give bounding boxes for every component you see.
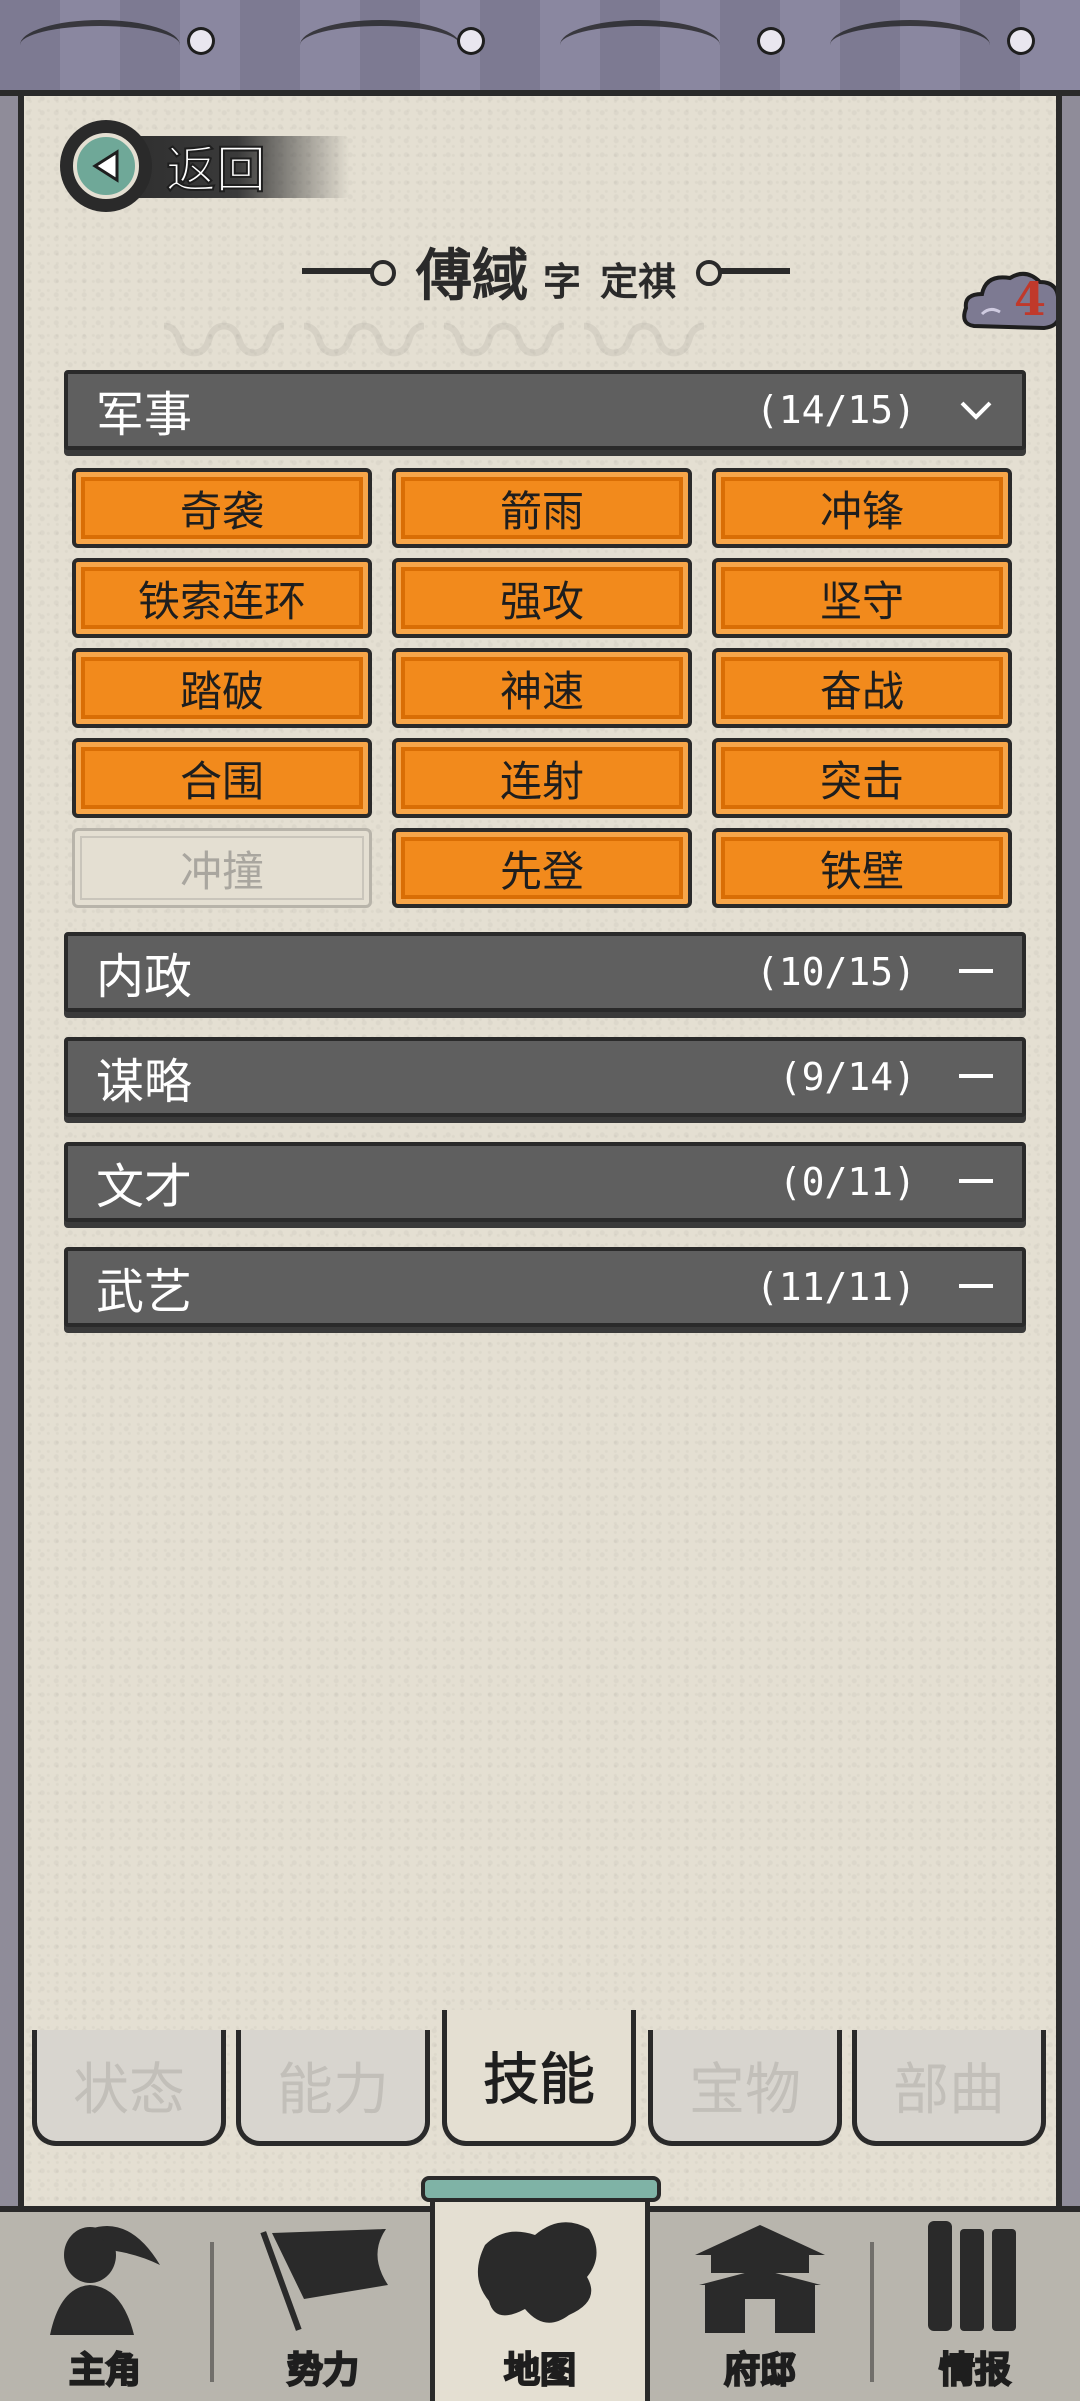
nav-label: 地图 [503,2348,577,2392]
skill-points-badge[interactable]: 4 [960,264,1056,344]
category-label: 军事 [96,387,193,443]
skill-button[interactable]: 先登 [392,828,692,908]
swirl-ornament [560,20,720,70]
skill-button[interactable]: 箭雨 [392,468,692,548]
nav-divider [210,2242,214,2382]
warrior-icon [50,2225,160,2335]
skill-button[interactable]: 连射 [392,738,692,818]
tab-ability[interactable]: 能力 [236,2030,430,2146]
nav-mansion[interactable]: 府邸 [655,2212,865,2401]
character-tabs: 状态 能力 技能 宝物 部曲 [24,2010,1056,2150]
nav-label: 府邸 [723,2348,797,2392]
skill-points-count: 4 [1013,272,1046,326]
tab-status[interactable]: 状态 [32,2030,226,2146]
nav-intel[interactable]: 情报 [870,2212,1080,2401]
flag-icon [260,2229,388,2331]
collapse-dash-icon [958,1164,994,1200]
nav-protagonist[interactable]: 主角 [0,2212,210,2401]
tab-skills[interactable]: 技能 [442,2010,636,2146]
skill-button[interactable]: 神速 [392,648,692,728]
skill-button[interactable]: 坚守 [712,558,1012,638]
map-icon [477,2222,597,2323]
back-label: 返回 [165,140,267,200]
nav-label: 主角 [68,2348,142,2392]
skill-button[interactable]: 突击 [712,738,1012,818]
category-count: (10/15) [755,950,916,994]
top-decorative-band [0,0,1080,96]
bottom-navigation: 主角 势力 地图 府邸 情报 [0,2176,1080,2401]
nav-active-cap [421,2176,661,2202]
chevron-down-icon [958,392,994,428]
category-administration[interactable]: 内政 (10/15) [64,932,1026,1012]
category-count: (14/15) [755,388,916,432]
category-count: (0/11) [778,1160,916,1204]
skill-button[interactable]: 铁索连环 [72,558,372,638]
category-strategy[interactable]: 谋略 (9/14) [64,1037,1026,1117]
flower-ornament [1010,30,1032,52]
skill-button[interactable]: 强攻 [392,558,692,638]
category-military[interactable]: 军事 (14/15) [64,370,1026,450]
category-label: 文才 [96,1159,193,1215]
category-label: 内政 [96,949,193,1005]
skills-panel: 〰〰〰〰 返回 傅緎 字 定祺 4 军事 (14/15) 奇袭 箭雨 冲锋 铁索… [18,96,1062,2206]
nav-faction[interactable]: 势力 [218,2212,428,2401]
character-title: 傅緎 字 定祺 [24,231,1056,311]
flower-ornament [760,30,782,52]
courtesy-name-label: 字 [542,258,581,304]
category-count: (9/14) [778,1055,916,1099]
nav-label: 情报 [938,2348,1012,2392]
collapse-dash-icon [958,1269,994,1305]
tab-treasure[interactable]: 宝物 [648,2030,842,2146]
category-count: (11/11) [755,1265,916,1309]
category-label: 武艺 [96,1264,193,1320]
collapse-dash-icon [958,954,994,990]
flower-ornament [460,30,482,52]
nav-label: 势力 [286,2348,360,2392]
category-literary[interactable]: 文才 (0/11) [64,1142,1026,1222]
courtesy-name: 定祺 [600,258,677,304]
swirl-ornament [300,20,460,70]
title-ornament-right [696,260,791,286]
back-arrow-icon [60,120,152,212]
skill-button[interactable]: 奇袭 [72,468,372,548]
back-button[interactable]: 返回 [60,120,360,212]
character-name: 傅緎 [415,242,528,309]
skill-button[interactable]: 踏破 [72,648,372,728]
tab-troops[interactable]: 部曲 [852,2030,1046,2146]
skill-button[interactable]: 冲锋 [712,468,1012,548]
swirl-ornament [20,20,180,70]
nav-map[interactable]: 地图 [421,2176,661,2401]
collapse-dash-icon [958,1059,994,1095]
swirl-ornament [830,20,990,70]
title-ornament-left [301,260,396,286]
category-label: 谋略 [96,1054,193,1110]
flower-ornament [190,30,212,52]
skill-button-locked[interactable]: 冲撞 [72,828,372,908]
category-martial[interactable]: 武艺 (11/11) [64,1247,1026,1327]
skill-button[interactable]: 铁壁 [712,828,1012,908]
mansion-icon [695,2225,825,2333]
skill-button[interactable]: 奋战 [712,648,1012,728]
skill-button[interactable]: 合围 [72,738,372,818]
scroll-icon [928,2221,1016,2331]
